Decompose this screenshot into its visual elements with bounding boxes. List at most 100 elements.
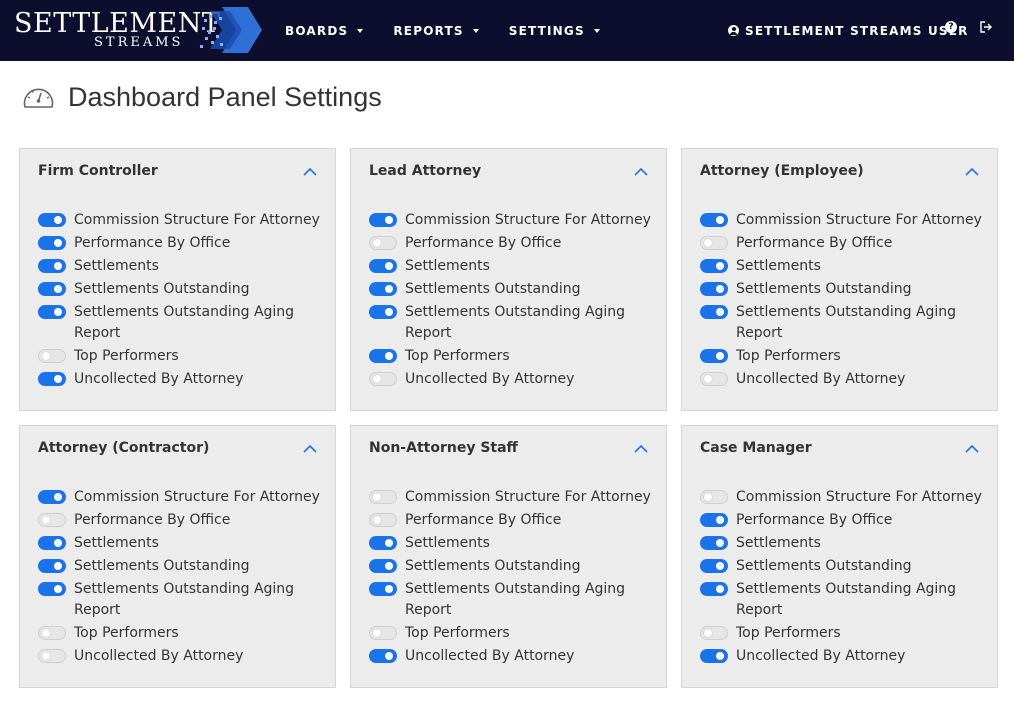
toggle-row[interactable]: Uncollected By Attorney xyxy=(38,646,328,667)
toggle-switch[interactable] xyxy=(369,213,397,227)
toggle-switch[interactable] xyxy=(369,582,397,596)
toggle-row[interactable]: Settlements Outstanding xyxy=(38,279,328,300)
toggle-switch[interactable] xyxy=(700,282,728,296)
toggle-row[interactable]: Settlements Outstanding Aging Report xyxy=(38,302,328,344)
toggle-switch[interactable] xyxy=(369,305,397,319)
toggle-switch[interactable] xyxy=(700,259,728,273)
toggle-switch[interactable] xyxy=(369,536,397,550)
toggle-switch[interactable] xyxy=(369,490,397,504)
toggle-switch[interactable] xyxy=(38,236,66,250)
chevron-up-icon[interactable] xyxy=(303,167,317,176)
nav-boards[interactable]: BOARDS xyxy=(285,24,364,38)
toggle-switch[interactable] xyxy=(38,213,66,227)
toggle-switch[interactable] xyxy=(700,213,728,227)
toggle-row[interactable]: Commission Structure For Attorney xyxy=(700,487,990,508)
toggle-switch[interactable] xyxy=(700,559,728,573)
toggle-row[interactable]: Settlements Outstanding Aging Report xyxy=(38,579,328,621)
chevron-up-icon[interactable] xyxy=(634,167,648,176)
toggle-switch[interactable] xyxy=(700,649,728,663)
toggle-switch[interactable] xyxy=(38,305,66,319)
chevron-up-icon[interactable] xyxy=(303,444,317,453)
toggle-row[interactable]: Performance By Office xyxy=(700,233,990,254)
toggle-row[interactable]: Uncollected By Attorney xyxy=(700,369,990,390)
toggle-row[interactable]: Settlements Outstanding Aging Report xyxy=(700,302,990,344)
toggle-switch[interactable] xyxy=(700,513,728,527)
toggle-switch[interactable] xyxy=(38,559,66,573)
toggle-switch[interactable] xyxy=(369,559,397,573)
toggle-row[interactable]: Top Performers xyxy=(700,346,990,367)
toggle-list: Commission Structure For Attorney Perform… xyxy=(700,487,990,669)
panel-title: Lead Attorney xyxy=(369,163,482,179)
nav-reports[interactable]: REPORTS xyxy=(393,24,479,38)
toggle-switch[interactable] xyxy=(38,349,66,363)
toggle-switch[interactable] xyxy=(700,536,728,550)
toggle-row[interactable]: Performance By Office xyxy=(369,233,659,254)
toggle-switch[interactable] xyxy=(38,282,66,296)
toggle-switch[interactable] xyxy=(369,626,397,640)
toggle-row[interactable]: Settlements Outstanding xyxy=(369,279,659,300)
toggle-switch[interactable] xyxy=(38,582,66,596)
toggle-row[interactable]: Commission Structure For Attorney xyxy=(38,210,328,231)
toggle-switch[interactable] xyxy=(369,259,397,273)
toggle-switch[interactable] xyxy=(38,259,66,273)
toggle-row[interactable]: Settlements Outstanding xyxy=(700,556,990,577)
toggle-switch[interactable] xyxy=(369,282,397,296)
toggle-switch[interactable] xyxy=(700,582,728,596)
toggle-knob xyxy=(54,308,62,316)
toggle-switch[interactable] xyxy=(38,372,66,386)
toggle-row[interactable]: Settlements xyxy=(700,533,990,554)
toggle-row[interactable]: Commission Structure For Attorney xyxy=(369,210,659,231)
toggle-row[interactable]: Settlements Outstanding xyxy=(369,556,659,577)
toggle-switch[interactable] xyxy=(38,626,66,640)
toggle-row[interactable]: Top Performers xyxy=(38,346,328,367)
toggle-row[interactable]: Performance By Office xyxy=(700,510,990,531)
toggle-switch[interactable] xyxy=(700,236,728,250)
toggle-switch[interactable] xyxy=(369,236,397,250)
toggle-switch[interactable] xyxy=(38,649,66,663)
toggle-row[interactable]: Settlements Outstanding Aging Report xyxy=(700,579,990,621)
nav-settings[interactable]: SETTINGS xyxy=(509,24,600,38)
toggle-row[interactable]: Uncollected By Attorney xyxy=(369,369,659,390)
toggle-switch[interactable] xyxy=(38,513,66,527)
toggle-row[interactable]: Top Performers xyxy=(700,623,990,644)
toggle-row[interactable]: Settlements xyxy=(369,533,659,554)
toggle-row[interactable]: Uncollected By Attorney xyxy=(38,369,328,390)
toggle-row[interactable]: Settlements xyxy=(38,533,328,554)
chevron-up-icon[interactable] xyxy=(965,167,979,176)
toggle-switch[interactable] xyxy=(700,349,728,363)
toggle-switch[interactable] xyxy=(700,305,728,319)
toggle-row[interactable]: Settlements Outstanding Aging Report xyxy=(369,579,659,621)
toggle-row[interactable]: Commission Structure For Attorney xyxy=(369,487,659,508)
toggle-switch[interactable] xyxy=(369,372,397,386)
toggle-row[interactable]: Settlements xyxy=(38,256,328,277)
chevron-up-icon[interactable] xyxy=(965,444,979,453)
toggle-switch[interactable] xyxy=(369,649,397,663)
toggle-switch[interactable] xyxy=(369,349,397,363)
toggle-row[interactable]: Top Performers xyxy=(38,623,328,644)
toggle-row[interactable]: Commission Structure For Attorney xyxy=(38,487,328,508)
toggle-switch[interactable] xyxy=(38,490,66,504)
logout-icon[interactable] xyxy=(979,20,993,34)
toggle-row[interactable]: Settlements Outstanding Aging Report xyxy=(369,302,659,344)
toggle-switch[interactable] xyxy=(700,626,728,640)
chevron-up-icon[interactable] xyxy=(634,444,648,453)
toggle-row[interactable]: Uncollected By Attorney xyxy=(369,646,659,667)
toggle-row[interactable]: Performance By Office xyxy=(38,510,328,531)
toggle-row[interactable]: Commission Structure For Attorney xyxy=(700,210,990,231)
toggle-row[interactable]: Top Performers xyxy=(369,623,659,644)
toggle-switch[interactable] xyxy=(700,372,728,386)
toggle-row[interactable]: Settlements Outstanding xyxy=(700,279,990,300)
toggle-row[interactable]: Uncollected By Attorney xyxy=(700,646,990,667)
toggle-switch[interactable] xyxy=(38,536,66,550)
toggle-row[interactable]: Performance By Office xyxy=(38,233,328,254)
help-icon[interactable]: ? xyxy=(945,21,957,33)
toggle-row[interactable]: Performance By Office xyxy=(369,510,659,531)
toggle-row[interactable]: Settlements xyxy=(700,256,990,277)
user-menu[interactable]: SETTLEMENT STREAMS USER xyxy=(745,24,969,38)
toggle-row[interactable]: Top Performers xyxy=(369,346,659,367)
toggle-row[interactable]: Settlements Outstanding xyxy=(38,556,328,577)
brand-logo[interactable]: SETTLEMENT STREAMS xyxy=(14,7,264,55)
toggle-row[interactable]: Settlements xyxy=(369,256,659,277)
toggle-switch[interactable] xyxy=(700,490,728,504)
toggle-switch[interactable] xyxy=(369,513,397,527)
